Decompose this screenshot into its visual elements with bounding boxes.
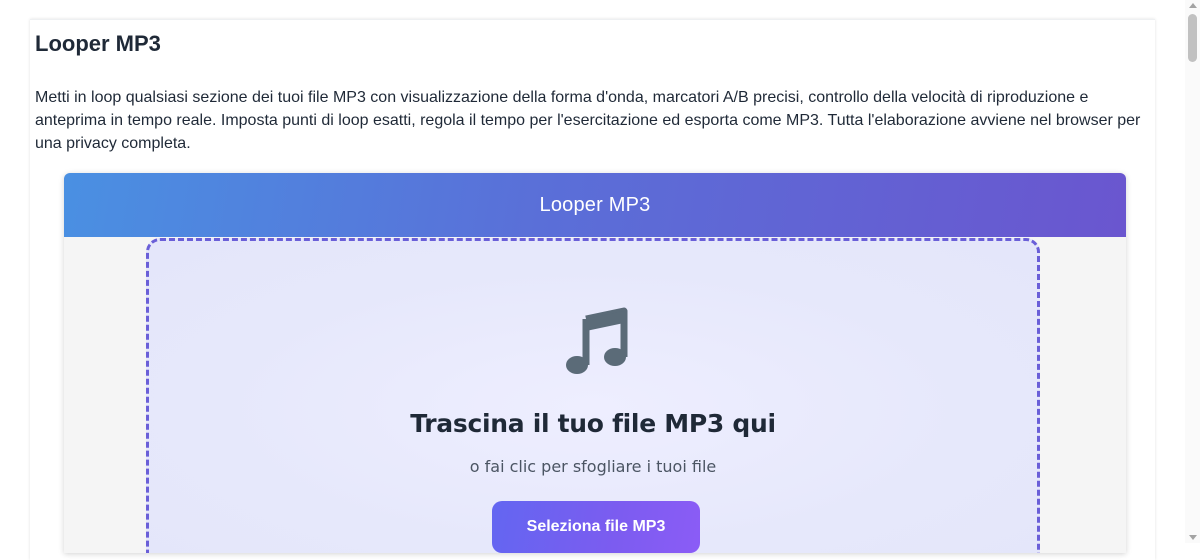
app-header-title: Looper MP3 bbox=[539, 193, 651, 216]
scroll-up-icon[interactable] bbox=[1189, 3, 1197, 8]
page-title: Looper MP3 bbox=[35, 31, 161, 56]
looper-app-card: Looper MP3 Trascina il tuo file MP3 qui … bbox=[64, 173, 1126, 553]
select-mp3-button[interactable]: Seleziona file MP3 bbox=[492, 501, 700, 553]
drop-zone-title: Trascina il tuo file MP3 qui bbox=[410, 409, 776, 438]
drop-zone-subtitle: o fai clic per sfogliare i tuoi file bbox=[469, 457, 717, 476]
app-header: Looper MP3 bbox=[64, 173, 1126, 237]
page-container: Looper MP3 Metti in loop qualsiasi sezio… bbox=[30, 19, 1155, 560]
page-description: Metti in loop qualsiasi sezione dei tuoi… bbox=[35, 89, 1141, 152]
file-drop-zone[interactable]: Trascina il tuo file MP3 qui o fai clic … bbox=[146, 238, 1040, 553]
scroll-down-icon[interactable] bbox=[1189, 535, 1197, 540]
page-scrollbar[interactable] bbox=[1185, 0, 1200, 543]
scrollbar-thumb[interactable] bbox=[1188, 14, 1197, 62]
music-note-icon bbox=[566, 307, 628, 374]
